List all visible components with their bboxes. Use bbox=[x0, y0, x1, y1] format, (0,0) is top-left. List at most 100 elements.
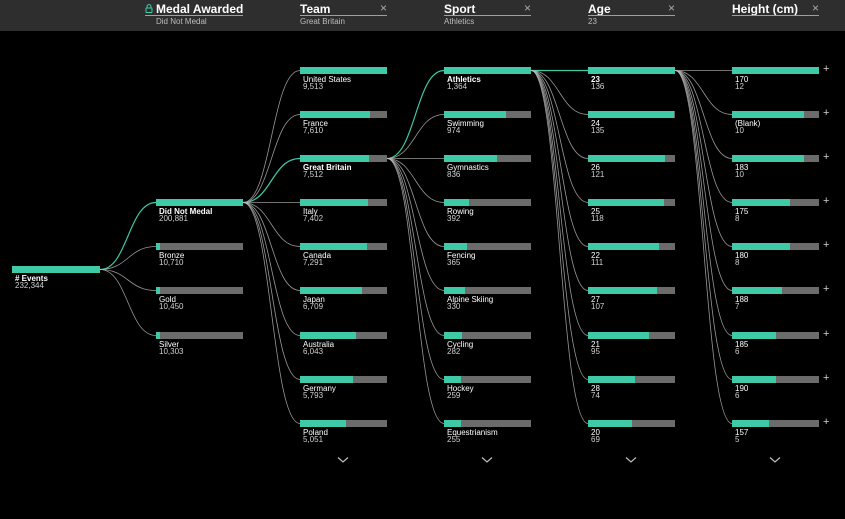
connector bbox=[99, 269, 157, 336]
bar-fill bbox=[588, 155, 666, 162]
node-value: 5 bbox=[735, 435, 740, 444]
bar-fill bbox=[300, 420, 347, 427]
connector bbox=[386, 158, 445, 247]
connector-lines bbox=[99, 69, 733, 424]
node-value: 121 bbox=[591, 170, 605, 179]
node-bar[interactable] bbox=[732, 287, 819, 294]
expand-plus-icon[interactable]: + bbox=[823, 417, 829, 428]
bar-fill bbox=[732, 420, 769, 427]
connector bbox=[530, 70, 589, 424]
connector bbox=[386, 158, 445, 336]
node-value: 10 bbox=[735, 170, 744, 179]
connector bbox=[530, 70, 589, 247]
node-value: 7,291 bbox=[303, 258, 324, 267]
expand-plus-icon[interactable]: + bbox=[823, 64, 829, 75]
expand-plus-icon[interactable]: + bbox=[823, 108, 829, 119]
chevron-down-icon[interactable] bbox=[481, 456, 493, 464]
connector bbox=[242, 202, 301, 291]
node-bar[interactable] bbox=[588, 155, 675, 162]
bar-fill bbox=[156, 243, 161, 250]
node-value: 10 bbox=[735, 126, 744, 135]
node-bar[interactable] bbox=[444, 67, 531, 74]
expand-plus-icon[interactable]: + bbox=[823, 284, 829, 295]
node-bar[interactable] bbox=[588, 376, 675, 383]
bar-fill bbox=[156, 287, 161, 294]
node-bar[interactable] bbox=[588, 199, 675, 206]
chevron-down-icon[interactable] bbox=[625, 456, 637, 464]
bar-fill bbox=[732, 243, 791, 250]
node-bar[interactable] bbox=[444, 243, 531, 250]
bar-fill bbox=[444, 332, 463, 339]
node-value: 111 bbox=[591, 258, 604, 267]
expand-plus-icon[interactable]: + bbox=[823, 373, 829, 384]
node-bar[interactable] bbox=[300, 243, 387, 250]
node-value: 95 bbox=[591, 347, 600, 356]
active-connector bbox=[386, 69, 445, 160]
node-bar[interactable] bbox=[732, 199, 819, 206]
expand-plus-icon[interactable]: + bbox=[823, 152, 829, 163]
bar-fill bbox=[300, 376, 354, 383]
node-bar[interactable] bbox=[732, 67, 819, 74]
node-bar[interactable] bbox=[444, 420, 531, 427]
node-value: 836 bbox=[447, 170, 461, 179]
bar-fill bbox=[156, 332, 161, 339]
node-bar[interactable] bbox=[444, 332, 531, 339]
node-value: 365 bbox=[447, 258, 461, 267]
node-bar[interactable] bbox=[300, 155, 387, 162]
chevron-down-icon[interactable] bbox=[769, 456, 781, 464]
node-value: 10,710 bbox=[159, 258, 184, 267]
node-bar[interactable] bbox=[300, 287, 387, 294]
expand-plus-icon[interactable]: + bbox=[823, 240, 829, 251]
node-bar[interactable] bbox=[156, 332, 243, 339]
node-value: 392 bbox=[447, 214, 461, 223]
node-value: 8 bbox=[735, 258, 740, 267]
node-bar[interactable] bbox=[300, 111, 387, 118]
node-bar[interactable] bbox=[444, 155, 531, 162]
expand-plus-icon[interactable]: + bbox=[823, 196, 829, 207]
node-bar[interactable] bbox=[588, 287, 675, 294]
node-bar[interactable] bbox=[732, 155, 819, 162]
node-value: 200,881 bbox=[159, 214, 188, 223]
node-bar[interactable] bbox=[588, 111, 675, 118]
node-bar[interactable] bbox=[588, 67, 675, 74]
node-bar[interactable] bbox=[300, 67, 387, 74]
node-bar[interactable] bbox=[732, 332, 819, 339]
active-connector bbox=[242, 157, 301, 204]
node-value: 5,793 bbox=[303, 391, 324, 400]
connector bbox=[242, 114, 301, 203]
node-bar[interactable] bbox=[300, 376, 387, 383]
bar-fill bbox=[444, 243, 468, 250]
node-value: 118 bbox=[591, 214, 604, 223]
bar-fill bbox=[12, 266, 100, 273]
node-bar[interactable] bbox=[588, 332, 675, 339]
node-bar[interactable] bbox=[444, 287, 531, 294]
node-value: 6 bbox=[735, 347, 740, 356]
node-value: 135 bbox=[591, 126, 605, 135]
node-bar[interactable] bbox=[588, 243, 675, 250]
bar-fill bbox=[444, 287, 465, 294]
connector bbox=[99, 269, 157, 291]
node-bar[interactable] bbox=[444, 199, 531, 206]
connector bbox=[674, 70, 733, 424]
root-bar[interactable] bbox=[12, 266, 100, 273]
expand-plus-icon[interactable]: + bbox=[823, 329, 829, 340]
bar-fill bbox=[732, 111, 805, 118]
node-bar[interactable] bbox=[444, 376, 531, 383]
node-bar[interactable] bbox=[156, 199, 243, 206]
node-bar[interactable] bbox=[732, 111, 819, 118]
bar-fill bbox=[732, 67, 819, 74]
node-bar[interactable] bbox=[588, 420, 675, 427]
node-value: 136 bbox=[591, 82, 605, 91]
node-bar[interactable] bbox=[300, 199, 387, 206]
chevron-down-icon[interactable] bbox=[337, 456, 349, 464]
node-bar[interactable] bbox=[300, 332, 387, 339]
connector bbox=[530, 70, 589, 380]
node-bar[interactable] bbox=[156, 287, 243, 294]
node-bar[interactable] bbox=[732, 376, 819, 383]
node-bar[interactable] bbox=[732, 243, 819, 250]
node-value: 7,512 bbox=[303, 170, 324, 179]
node-bar[interactable] bbox=[732, 420, 819, 427]
node-bar[interactable] bbox=[300, 420, 387, 427]
node-bar[interactable] bbox=[156, 243, 243, 250]
node-bar[interactable] bbox=[444, 111, 531, 118]
